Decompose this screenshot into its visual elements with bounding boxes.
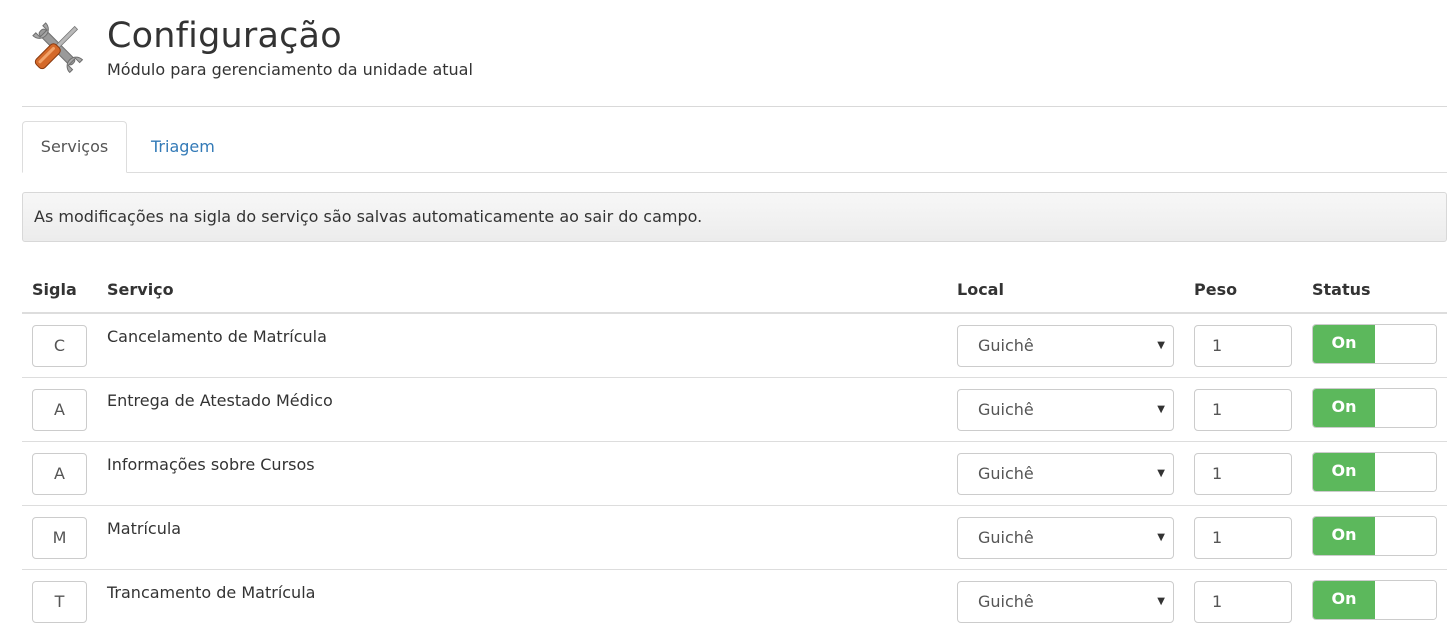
status-toggle-handle <box>1375 517 1436 555</box>
status-toggle[interactable]: On <box>1312 452 1437 492</box>
page-title: Configuração <box>107 16 342 56</box>
local-select-value: Guichê <box>978 528 1034 547</box>
status-toggle-on: On <box>1313 453 1375 491</box>
local-select[interactable]: Guichê ▼ <box>957 581 1174 623</box>
caret-down-icon: ▼ <box>1157 340 1165 351</box>
local-select-value: Guichê <box>978 336 1034 355</box>
sigla-input[interactable]: M <box>32 517 87 559</box>
peso-input[interactable]: 1 <box>1194 517 1292 559</box>
servico-name: Informações sobre Cursos <box>107 455 315 474</box>
local-select-value: Guichê <box>978 592 1034 611</box>
header-divider <box>22 106 1447 107</box>
status-toggle-on: On <box>1313 581 1375 619</box>
tab-triagem[interactable]: Triagem <box>131 121 235 173</box>
status-toggle-on: On <box>1313 389 1375 427</box>
servico-name: Entrega de Atestado Médico <box>107 391 333 410</box>
column-header-peso: Peso <box>1194 280 1238 299</box>
servico-name: Trancamento de Matrícula <box>107 583 316 602</box>
status-toggle-handle <box>1375 325 1436 363</box>
local-select[interactable]: Guichê ▼ <box>957 453 1174 495</box>
peso-input[interactable]: 1 <box>1194 325 1292 367</box>
status-toggle[interactable]: On <box>1312 580 1437 620</box>
peso-input[interactable]: 1 <box>1194 389 1292 431</box>
status-toggle-handle <box>1375 389 1436 427</box>
table-row: A Entrega de Atestado Médico Guichê ▼ 1 … <box>22 378 1447 442</box>
table-row: T Trancamento de Matrícula Guichê ▼ 1 On <box>22 570 1447 634</box>
status-toggle[interactable]: On <box>1312 516 1437 556</box>
caret-down-icon: ▼ <box>1157 532 1165 543</box>
servico-name: Matrícula <box>107 519 182 538</box>
tab-servicos[interactable]: Serviços <box>22 121 127 173</box>
sigla-input[interactable]: A <box>32 389 87 431</box>
column-header-servico: Serviço <box>107 280 174 299</box>
sigla-input[interactable]: T <box>32 581 87 623</box>
status-toggle-handle <box>1375 453 1436 491</box>
caret-down-icon: ▼ <box>1157 404 1165 415</box>
servico-name: Cancelamento de Matrícula <box>107 327 327 346</box>
tools-icon <box>32 22 84 74</box>
peso-input[interactable]: 1 <box>1194 581 1292 623</box>
column-header-local: Local <box>957 280 1004 299</box>
status-toggle-handle <box>1375 581 1436 619</box>
status-toggle-on: On <box>1313 325 1375 363</box>
table-row: M Matrícula Guichê ▼ 1 On <box>22 506 1447 570</box>
caret-down-icon: ▼ <box>1157 596 1165 607</box>
page-subtitle: Módulo para gerenciamento da unidade atu… <box>107 60 473 79</box>
table-row: A Informações sobre Cursos Guichê ▼ 1 On <box>22 442 1447 506</box>
status-toggle[interactable]: On <box>1312 324 1437 364</box>
table-row: C Cancelamento de Matrícula Guichê ▼ 1 O… <box>22 314 1447 378</box>
local-select[interactable]: Guichê ▼ <box>957 325 1174 367</box>
column-header-sigla: Sigla <box>32 280 77 299</box>
configuracao-page: Configuração Módulo para gerenciamento d… <box>0 0 1455 641</box>
status-toggle-on: On <box>1313 517 1375 555</box>
sigla-input[interactable]: C <box>32 325 87 367</box>
column-header-status: Status <box>1312 280 1371 299</box>
sigla-input[interactable]: A <box>32 453 87 495</box>
local-select-value: Guichê <box>978 400 1034 419</box>
status-toggle[interactable]: On <box>1312 388 1437 428</box>
info-alert: As modificações na sigla do serviço são … <box>22 192 1447 242</box>
tab-bar: Serviços Triagem <box>22 121 1447 173</box>
peso-input[interactable]: 1 <box>1194 453 1292 495</box>
local-select[interactable]: Guichê ▼ <box>957 389 1174 431</box>
caret-down-icon: ▼ <box>1157 468 1165 479</box>
local-select[interactable]: Guichê ▼ <box>957 517 1174 559</box>
local-select-value: Guichê <box>978 464 1034 483</box>
